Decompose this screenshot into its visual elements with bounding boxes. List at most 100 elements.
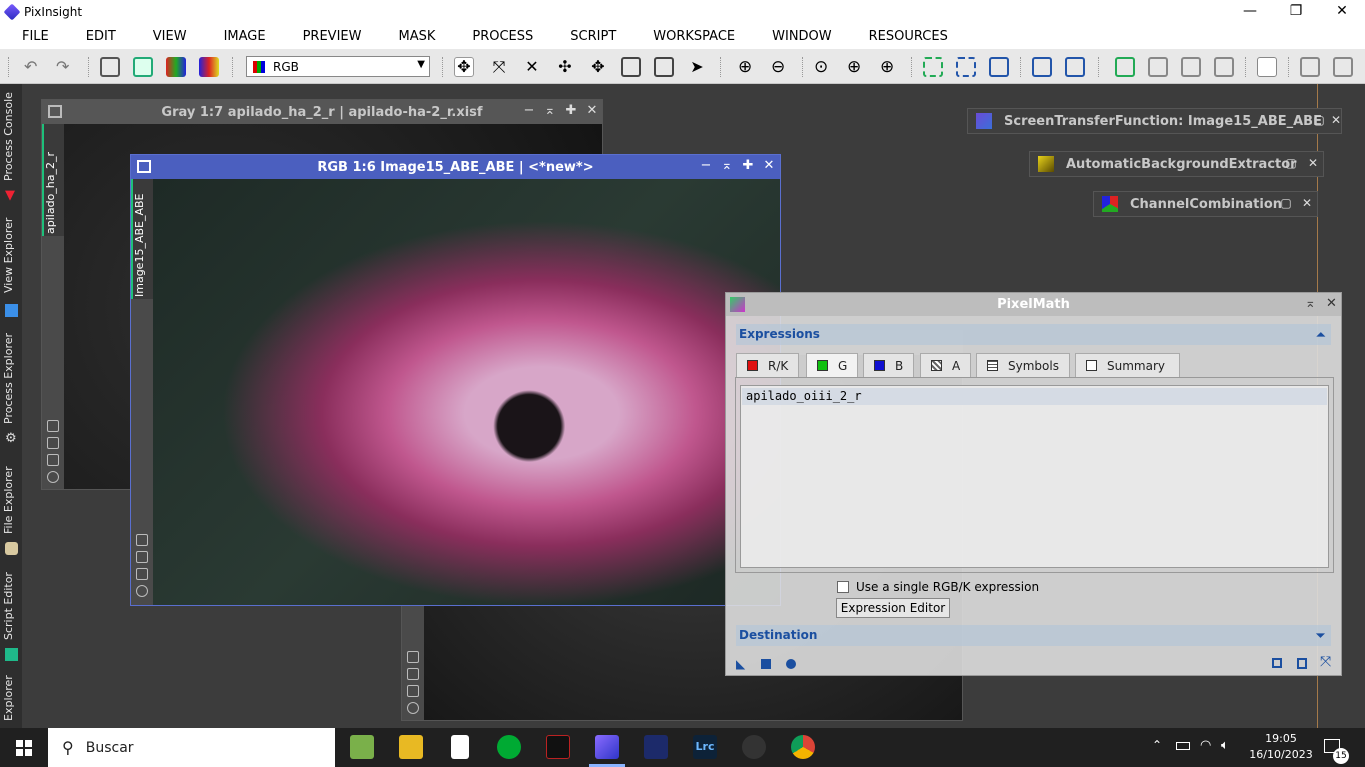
zoom-in-icon[interactable]: ⊕ bbox=[738, 57, 758, 77]
taskbar-app-swirl-icon[interactable] bbox=[742, 735, 766, 759]
taskbar-app-document-icon[interactable] bbox=[451, 735, 469, 759]
cc-close-icon[interactable]: ✕ bbox=[1299, 196, 1315, 212]
rgb-channels-icon[interactable] bbox=[166, 57, 186, 77]
pointer-icon[interactable]: ➤ bbox=[687, 57, 707, 77]
menu-script[interactable]: SCRIPT bbox=[548, 29, 631, 44]
zoom-out-icon[interactable]: ⊖ bbox=[771, 57, 791, 77]
edit-preview-icon[interactable] bbox=[654, 57, 674, 77]
new-image-icon[interactable] bbox=[100, 57, 120, 77]
channel-selector[interactable]: RGB ▼ bbox=[246, 56, 430, 77]
dock-tab-file-explorer[interactable]: File Explorer bbox=[2, 462, 20, 538]
dock-tab-view-explorer[interactable]: View Explorer bbox=[2, 212, 20, 298]
process-stf-window[interactable]: ScreenTransferFunction: Image15_ABE_ABE … bbox=[967, 108, 1342, 134]
side-tool-icon[interactable] bbox=[136, 585, 148, 597]
tab-rk[interactable]: R/K bbox=[736, 353, 800, 378]
menu-file[interactable]: FILE bbox=[0, 29, 64, 44]
single-expression-checkbox[interactable]: Use a single RGB/K expression bbox=[837, 580, 1039, 594]
dock-tab-process-explorer[interactable]: Process Explorer bbox=[2, 328, 20, 428]
side-tool-icon[interactable] bbox=[136, 551, 148, 563]
menu-image[interactable]: IMAGE bbox=[202, 29, 281, 44]
pan-icon[interactable]: ✣ bbox=[555, 57, 575, 77]
side-tool-icon[interactable] bbox=[136, 534, 148, 546]
tab-summary[interactable]: Summary bbox=[1075, 353, 1180, 378]
new-window-icon[interactable] bbox=[133, 57, 153, 77]
collapse-icon[interactable]: ⏶ bbox=[1316, 324, 1325, 345]
preview-toggle-icon[interactable] bbox=[1272, 658, 1282, 668]
taskbar-clock[interactable]: 19:05 16/10/2023 bbox=[1245, 731, 1317, 763]
channel-split-icon[interactable] bbox=[199, 57, 219, 77]
pixelmath-shade-icon[interactable]: ⌅ bbox=[1305, 296, 1316, 311]
rgb-minimize-icon[interactable]: − bbox=[698, 158, 714, 174]
menu-process[interactable]: PROCESS bbox=[450, 29, 548, 44]
new-instance-icon[interactable] bbox=[1115, 57, 1135, 77]
window-fit-icon[interactable] bbox=[989, 57, 1009, 77]
apply-global-icon[interactable] bbox=[786, 659, 796, 669]
gray-close-icon[interactable]: ✕ bbox=[584, 103, 600, 119]
gray-minimize-icon[interactable]: − bbox=[521, 103, 537, 119]
pixelmath-close-icon[interactable]: ✕ bbox=[1326, 296, 1337, 311]
expressions-section-header[interactable]: Expressions ⏶ bbox=[736, 324, 1331, 345]
tray-chevron-icon[interactable]: ⌃ bbox=[1152, 738, 1162, 752]
script-icon[interactable] bbox=[1300, 57, 1320, 77]
reset-icon[interactable]: ⤧ bbox=[1320, 654, 1331, 670]
expression-editor[interactable]: apilado_oiii_2_r bbox=[740, 385, 1329, 568]
expression-editor-button[interactable]: Expression Editor bbox=[836, 598, 950, 618]
gray-window-titlebar[interactable]: Gray 1:7 apilado_ha_2_r | apilado-ha-2_r… bbox=[42, 100, 602, 124]
volume-icon[interactable]: 🔈︎ bbox=[1221, 738, 1229, 753]
zoom-fit-window-icon[interactable]: ⊕ bbox=[847, 57, 867, 77]
rgb-close-icon[interactable]: ✕ bbox=[761, 158, 777, 174]
pixelmath-window[interactable]: PixelMath ⌅ ✕ Expressions ⏶ R/K G B A Sy… bbox=[725, 292, 1342, 676]
taskbar-app-chrome-icon[interactable] bbox=[791, 735, 815, 759]
menu-resources[interactable]: RESOURCES bbox=[847, 29, 963, 44]
stf-close-icon[interactable]: ✕ bbox=[1328, 113, 1344, 129]
taskbar-app-stars-icon[interactable] bbox=[644, 735, 668, 759]
apply-square-icon[interactable] bbox=[761, 659, 771, 669]
menu-preview[interactable]: PREVIEW bbox=[281, 29, 377, 44]
abe-shade-icon[interactable]: ▢ bbox=[1283, 156, 1299, 172]
wifi-icon[interactable]: ◠ bbox=[1200, 738, 1211, 753]
new-instance-triangle-icon[interactable]: ◣ bbox=[736, 657, 745, 671]
menu-workspace[interactable]: WORKSPACE bbox=[631, 29, 750, 44]
zoom-fit-icon[interactable]: ⤧ bbox=[489, 57, 509, 77]
script-run-icon[interactable] bbox=[1333, 57, 1353, 77]
cc-shade-icon[interactable]: ▢ bbox=[1278, 196, 1294, 212]
move-cursor-icon[interactable]: ✥ bbox=[454, 57, 474, 77]
preview-icon[interactable] bbox=[621, 57, 641, 77]
taskbar-app-lightroom-icon[interactable]: Lrc bbox=[693, 735, 717, 759]
rgb-maximize-icon[interactable]: ✚ bbox=[740, 158, 756, 174]
side-tool-icon[interactable] bbox=[407, 702, 419, 714]
gray-shade-icon[interactable]: ⌅ bbox=[542, 103, 558, 119]
taskbar-app-notepad-icon[interactable] bbox=[350, 735, 374, 759]
side-tool-icon[interactable] bbox=[407, 651, 419, 663]
menu-view[interactable]: VIEW bbox=[131, 29, 202, 44]
maximize-button[interactable]: ❐ bbox=[1273, 0, 1319, 23]
cascade-windows-icon[interactable] bbox=[1065, 57, 1085, 77]
process-abe-window[interactable]: AutomaticBackgroundExtractor ▢ ✕ bbox=[1029, 151, 1324, 177]
explore-icon[interactable] bbox=[1257, 57, 1277, 77]
menu-edit[interactable]: EDIT bbox=[64, 29, 131, 44]
rgb-window-titlebar[interactable]: RGB 1:6 Image15_ABE_ABE | <*new*> bbox=[131, 155, 780, 179]
minimize-button[interactable]: — bbox=[1227, 0, 1273, 23]
dock-tab-script-editor[interactable]: Script Editor bbox=[2, 568, 20, 644]
pixelmath-titlebar[interactable]: PixelMath bbox=[726, 293, 1341, 316]
menu-window[interactable]: WINDOW bbox=[750, 29, 847, 44]
menu-mask[interactable]: MASK bbox=[376, 29, 450, 44]
side-tool-icon[interactable] bbox=[47, 454, 59, 466]
close-button[interactable]: ✕ bbox=[1319, 0, 1365, 23]
select-all-icon[interactable] bbox=[923, 57, 943, 77]
center-icon[interactable]: ✥ bbox=[588, 57, 608, 77]
side-tool-icon[interactable] bbox=[407, 668, 419, 680]
dock-tab-process-console[interactable]: Process Console bbox=[2, 90, 20, 184]
side-tool-icon[interactable] bbox=[407, 685, 419, 697]
dock-tab-explorer[interactable]: Explorer bbox=[2, 672, 20, 724]
rgb-image-window[interactable]: RGB 1:6 Image15_ABE_ABE | <*new*> − ⌅ ✚ … bbox=[130, 154, 781, 606]
rgb-shade-icon[interactable]: ⌅ bbox=[719, 158, 735, 174]
zoom-1-1-icon[interactable]: ⊙ bbox=[814, 57, 834, 77]
side-tool-icon[interactable] bbox=[47, 437, 59, 449]
undo-icon[interactable]: ↶ bbox=[24, 57, 44, 77]
browse-doc-icon[interactable] bbox=[1297, 658, 1307, 669]
gray-maximize-icon[interactable]: ✚ bbox=[563, 103, 579, 119]
taskbar-app-pixinsight-icon[interactable] bbox=[595, 735, 619, 759]
destination-section-header[interactable]: Destination ⏷ bbox=[736, 625, 1331, 646]
rgb-image-canvas[interactable] bbox=[153, 179, 780, 605]
